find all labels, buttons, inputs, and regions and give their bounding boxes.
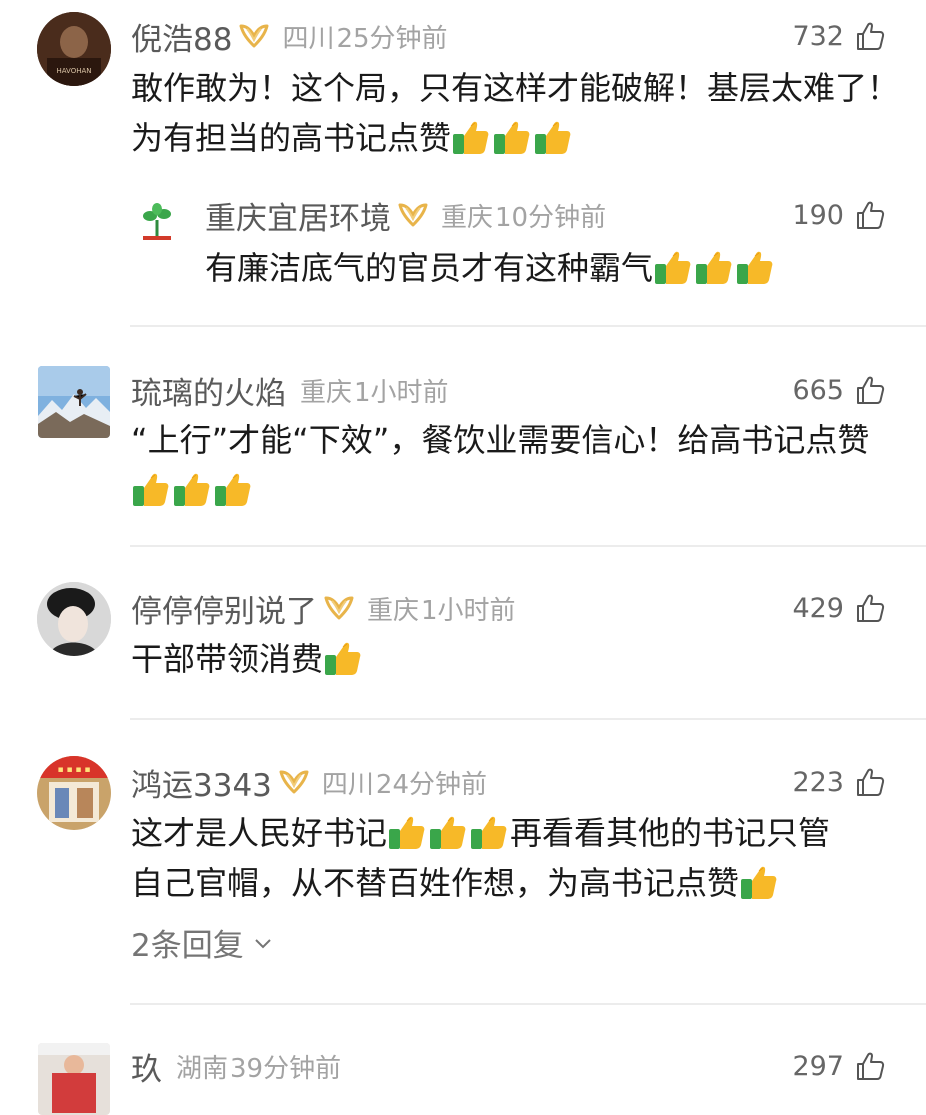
avatar-image: ▪ ▪ ▪ ▪ bbox=[37, 756, 111, 830]
comment-text: 有廉洁底气的官员才有这种霸气 bbox=[205, 243, 905, 293]
thumbs-up-outline-icon bbox=[854, 374, 886, 406]
comment-body: 再看看其他的书记只管 bbox=[510, 814, 831, 852]
comment-body: 有廉洁底气的官员才有这种霸气 bbox=[205, 249, 654, 287]
timestamp: 1小时前 bbox=[421, 595, 516, 626]
chevron-down-icon bbox=[255, 938, 271, 948]
like-button[interactable]: 429 bbox=[792, 588, 886, 628]
vip-badge-icon bbox=[323, 594, 355, 622]
svg-text:HAVOHAN: HAVOHAN bbox=[56, 67, 91, 75]
thumbs-up-emoji bbox=[451, 117, 491, 157]
divider bbox=[130, 1003, 926, 1005]
like-button[interactable]: 665 bbox=[792, 370, 886, 410]
vip-badge-icon bbox=[238, 22, 270, 50]
username[interactable]: 琉璃的火焰 bbox=[131, 368, 286, 413]
view-replies-button[interactable]: 2条回复 bbox=[131, 920, 274, 965]
divider bbox=[130, 325, 926, 327]
thumbs-up-outline-icon bbox=[854, 592, 886, 624]
comment-body: 自己官帽，从不替百姓作想，为高书记点赞 bbox=[131, 864, 740, 902]
thumbs-up-outline-icon bbox=[854, 766, 886, 798]
like-button[interactable]: 190 bbox=[792, 195, 886, 235]
thumbs-up-emoji bbox=[533, 117, 573, 157]
avatar-image: HAVOHAN bbox=[37, 12, 111, 86]
location: 湖南 bbox=[176, 1053, 229, 1084]
avatar-image bbox=[37, 582, 111, 656]
username[interactable]: 倪浩88 bbox=[131, 14, 232, 59]
username[interactable]: 玖 bbox=[131, 1044, 162, 1089]
avatar-image bbox=[38, 1043, 110, 1115]
avatar[interactable]: ▪ ▪ ▪ ▪ bbox=[37, 756, 111, 830]
thumbs-up-outline-icon bbox=[854, 20, 886, 52]
comment-text: 干部带领消费 bbox=[131, 634, 901, 684]
like-count: 190 bbox=[792, 199, 844, 231]
like-button[interactable]: 297 bbox=[792, 1046, 886, 1086]
location: 四川 bbox=[282, 23, 335, 54]
thumbs-up-emoji bbox=[172, 469, 212, 509]
thumbs-up-outline-icon bbox=[854, 199, 886, 231]
like-count: 223 bbox=[792, 766, 844, 798]
thumbs-up-emoji bbox=[735, 247, 775, 287]
like-count: 665 bbox=[792, 374, 844, 406]
thumbs-up-emoji bbox=[469, 812, 509, 852]
comment-text: 敢作敢为！这个局，只有这样才能破解！基层太难了！为有担当的高书记点赞 bbox=[131, 63, 901, 163]
thumbs-up-emoji bbox=[428, 812, 468, 852]
thumbs-up-emoji bbox=[387, 812, 427, 852]
like-count: 732 bbox=[792, 20, 844, 52]
avatar[interactable] bbox=[38, 1043, 110, 1115]
thumbs-up-emoji bbox=[694, 247, 734, 287]
like-count: 429 bbox=[792, 592, 844, 624]
avatar[interactable] bbox=[37, 582, 111, 656]
like-count: 297 bbox=[792, 1050, 844, 1082]
timestamp: 25分钟前 bbox=[336, 23, 448, 54]
comment-body: 干部带领消费 bbox=[131, 640, 324, 678]
comment-text: “上行”才能“下效”，餐饮业需要信心！给高书记点赞 bbox=[131, 415, 901, 515]
comment-body: “上行”才能“下效”，餐饮业需要信心！给高书记点赞 bbox=[131, 421, 870, 459]
thumbs-up-emoji bbox=[739, 862, 779, 902]
replies-label: 2条回复 bbox=[131, 928, 244, 964]
divider bbox=[130, 718, 926, 720]
thumbs-up-emoji bbox=[213, 469, 253, 509]
avatar-sign-text: ▪ ▪ ▪ ▪ bbox=[58, 765, 91, 775]
thumbs-up-emoji bbox=[653, 247, 693, 287]
vip-badge-icon bbox=[397, 201, 429, 229]
like-button[interactable]: 732 bbox=[792, 16, 886, 56]
thumbs-up-emoji bbox=[492, 117, 532, 157]
avatar[interactable] bbox=[38, 366, 110, 438]
thumbs-up-outline-icon bbox=[854, 1050, 886, 1082]
comment-body: 这才是人民好书记 bbox=[131, 814, 388, 852]
username[interactable]: 重庆宜居环境 bbox=[205, 193, 391, 238]
location: 四川 bbox=[321, 769, 374, 800]
comment-text: 这才是人民好书记 再看看其他的书记只管 自己官帽，从不替百姓作想，为高书记点赞 bbox=[131, 808, 906, 908]
username[interactable]: 鸿运3343 bbox=[131, 760, 272, 805]
thumbs-up-emoji bbox=[323, 638, 363, 678]
avatar[interactable] bbox=[133, 198, 181, 246]
timestamp: 24分钟前 bbox=[375, 769, 488, 800]
timestamp: 10分钟前 bbox=[495, 202, 607, 233]
avatar[interactable]: HAVOHAN bbox=[37, 12, 111, 86]
vip-badge-icon bbox=[278, 768, 310, 796]
timestamp: 1小时前 bbox=[354, 377, 449, 408]
timestamp: 39分钟前 bbox=[230, 1053, 342, 1084]
location: 重庆 bbox=[367, 595, 420, 626]
divider bbox=[130, 545, 926, 547]
thumbs-up-emoji bbox=[131, 469, 171, 509]
avatar-image bbox=[38, 366, 110, 438]
location: 重庆 bbox=[300, 377, 353, 408]
location: 重庆 bbox=[441, 202, 494, 233]
like-button[interactable]: 223 bbox=[792, 762, 886, 802]
username[interactable]: 停停停别说了 bbox=[131, 586, 317, 631]
avatar-image bbox=[143, 203, 171, 240]
